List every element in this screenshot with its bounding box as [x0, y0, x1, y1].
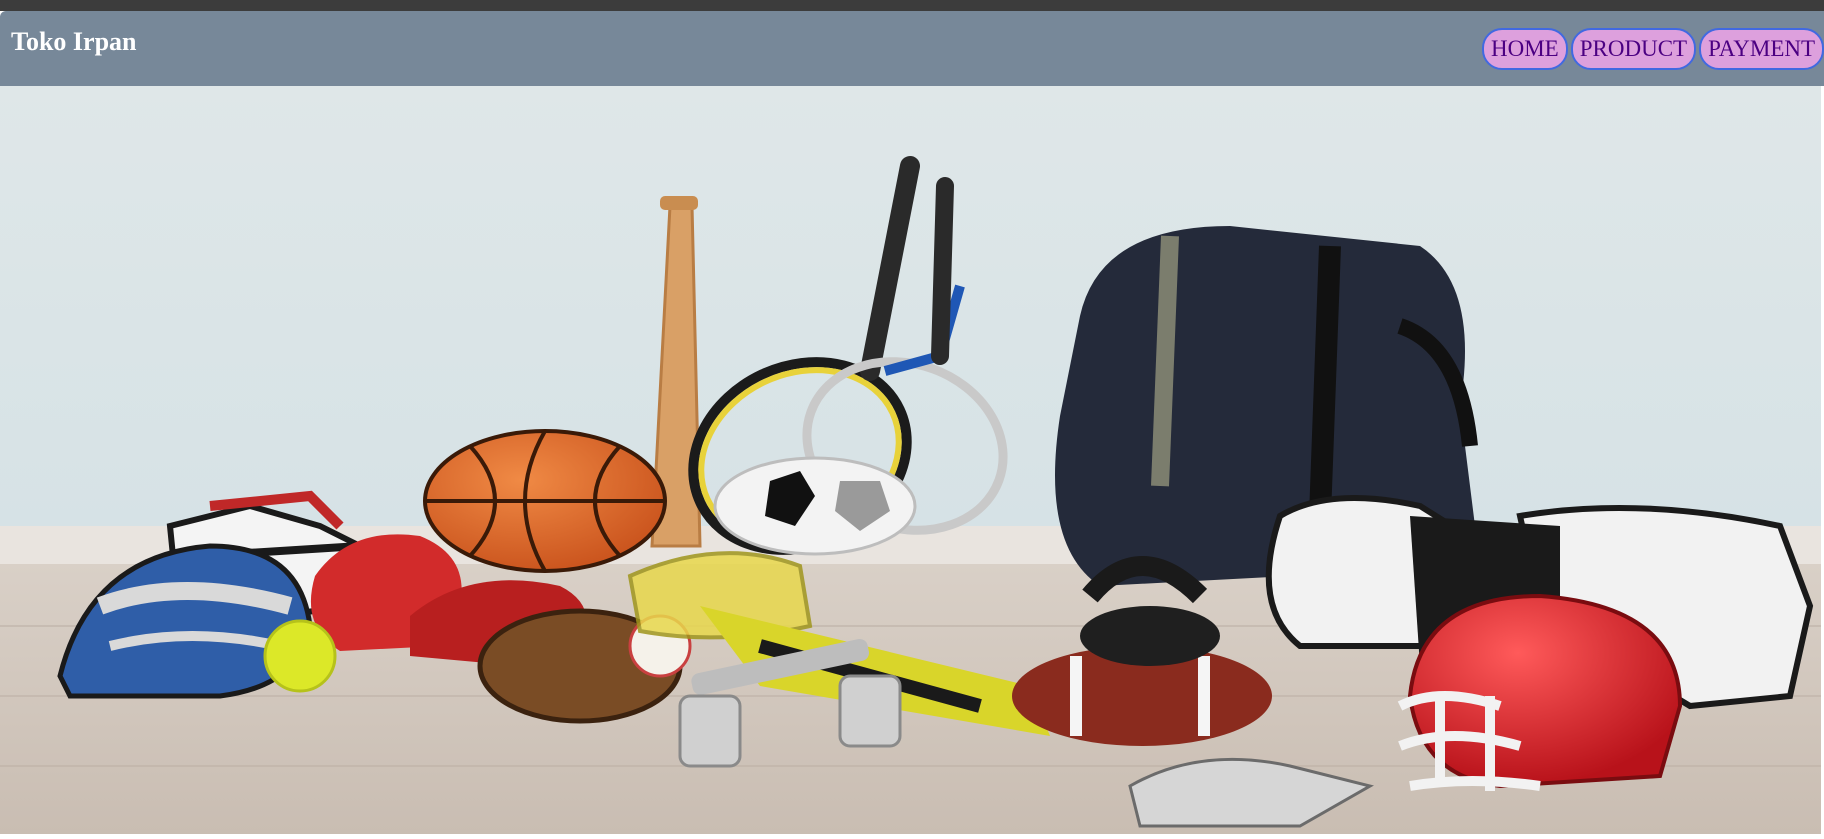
nav-home-button[interactable]: HOME [1482, 28, 1568, 70]
nav-product-button[interactable]: PRODUCT [1570, 28, 1697, 70]
hero-image [0, 86, 1821, 834]
wall [0, 86, 1821, 536]
tennis-ball-icon [263, 619, 337, 693]
soccer-ball-icon [713, 456, 917, 556]
brand-title: Toko Irpan [11, 27, 137, 56]
football-helmet-icon [1397, 593, 1683, 791]
basketball-icon [423, 429, 667, 573]
main-nav: HOME PRODUCT PAYMENT [1482, 28, 1824, 70]
navbar: Toko Irpan HOME PRODUCT PAYMENT [0, 11, 1824, 86]
browser-top-strip [0, 0, 1824, 11]
nav-payment-button[interactable]: PAYMENT [1699, 28, 1824, 70]
sports-equipment-illustration [0, 86, 1821, 834]
